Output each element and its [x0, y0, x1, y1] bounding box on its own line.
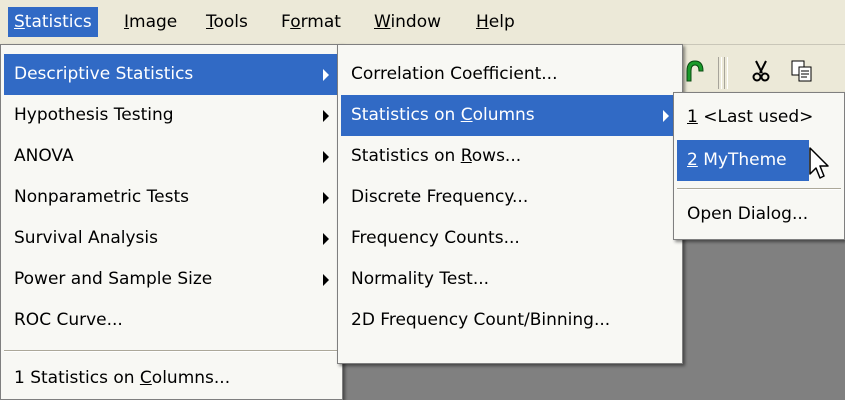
cut-icon[interactable]: [750, 59, 772, 88]
menu-item-normality-test[interactable]: Normality Test...: [341, 259, 679, 300]
menu-item-discrete-frequency[interactable]: Discrete Frequency...: [341, 177, 679, 218]
menu-item-frequency-counts[interactable]: Frequency Counts...: [341, 218, 679, 259]
menu-item-recent-statistics-on-columns[interactable]: 1 Statistics on Columns...: [4, 358, 339, 399]
submenu-arrow-icon: [323, 110, 329, 122]
menu-separator: [4, 350, 339, 352]
menu-item-roc-curve[interactable]: ROC Curve...: [4, 300, 339, 341]
menu-item-open-dialog[interactable]: Open Dialog...: [677, 194, 841, 235]
submenu-arrow-icon: [323, 233, 329, 245]
menu-tools[interactable]: Tools: [200, 7, 254, 37]
menu-item-mytheme[interactable]: 2 MyTheme: [677, 140, 809, 181]
submenu-arrow-icon: [323, 69, 329, 81]
menu-item-statistics-on-rows[interactable]: Statistics on Rows...: [341, 136, 679, 177]
statistics-menu: Descriptive Statistics Hypothesis Testin…: [0, 44, 343, 400]
toolbar-separator: [718, 57, 722, 89]
submenu-arrow-icon: [663, 110, 669, 122]
menu-item-descriptive-statistics[interactable]: Descriptive Statistics: [4, 54, 339, 95]
menu-format[interactable]: Format: [275, 7, 347, 37]
menu-help[interactable]: Help: [470, 7, 521, 37]
menu-bar: Statistics Image Tools Format Window Hel…: [0, 0, 845, 45]
menu-image[interactable]: Image: [118, 7, 183, 37]
descriptive-statistics-submenu: Correlation Coefficient... Statistics on…: [337, 44, 683, 364]
menu-item-anova[interactable]: ANOVA: [4, 136, 339, 177]
menu-statistics[interactable]: Statistics: [8, 7, 98, 37]
menu-item-nonparametric-tests[interactable]: Nonparametric Tests: [4, 177, 339, 218]
toolbar-separator: [724, 57, 728, 89]
mouse-pointer-icon: [809, 147, 833, 192]
menu-item-2d-frequency-count-binning[interactable]: 2D Frequency Count/Binning...: [341, 300, 679, 341]
menu-item-last-used[interactable]: 1 <Last used>: [677, 97, 841, 138]
submenu-arrow-icon: [323, 192, 329, 204]
menu-item-power-and-sample-size[interactable]: Power and Sample Size: [4, 259, 339, 300]
menu-item-statistics-on-columns[interactable]: Statistics on Columns: [341, 95, 679, 136]
menu-item-correlation-coefficient[interactable]: Correlation Coefficient...: [341, 54, 679, 95]
menu-item-hypothesis-testing[interactable]: Hypothesis Testing: [4, 95, 339, 136]
copy-icon[interactable]: [790, 59, 814, 88]
submenu-arrow-icon: [323, 274, 329, 286]
submenu-arrow-icon: [323, 151, 329, 163]
green-arrow-icon[interactable]: [685, 59, 705, 88]
menu-window[interactable]: Window: [368, 7, 447, 37]
menu-item-survival-analysis[interactable]: Survival Analysis: [4, 218, 339, 259]
